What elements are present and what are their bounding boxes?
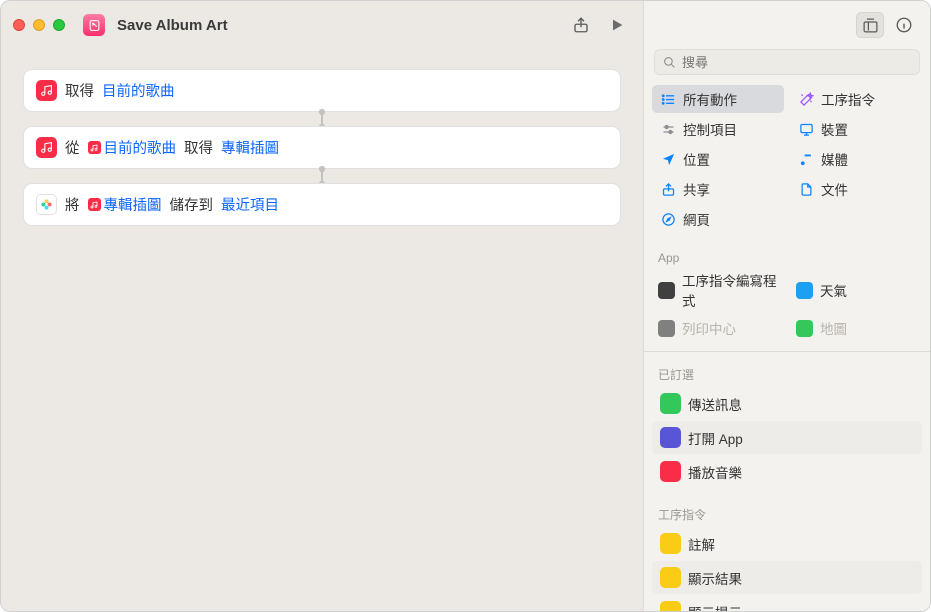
- section-header-pinned: 已訂選: [644, 356, 930, 385]
- music-icon: [36, 137, 57, 158]
- connector: [321, 169, 323, 183]
- action-token[interactable]: 專輯插圖: [221, 137, 279, 158]
- action-icon: [660, 567, 681, 588]
- category-工序指令[interactable]: 工序指令: [790, 85, 922, 113]
- action-token[interactable]: 最近項目: [221, 194, 279, 215]
- category-label: 媒體: [821, 149, 848, 169]
- search-input[interactable]: [682, 55, 911, 70]
- photos-icon: [36, 194, 57, 215]
- variable-pill[interactable]: 目前的歌曲: [88, 137, 177, 158]
- category-所有動作[interactable]: 所有動作: [652, 85, 784, 113]
- location-icon: [660, 151, 676, 167]
- app-icon: [658, 282, 675, 299]
- action-text: 儲存到: [170, 194, 214, 215]
- search-field[interactable]: [654, 49, 920, 75]
- action-card[interactable]: 從目前的歌曲取得專輯插圖: [23, 126, 621, 169]
- action-card[interactable]: 取得目前的歌曲: [23, 69, 621, 112]
- display-icon: [798, 121, 814, 137]
- action-text: 取得: [184, 137, 213, 158]
- category-媒體[interactable]: 媒體: [790, 145, 922, 173]
- category-裝置[interactable]: 裝置: [790, 115, 922, 143]
- action-item[interactable]: 顯示結果: [652, 561, 922, 594]
- share-button[interactable]: [567, 12, 595, 38]
- app-item[interactable]: 工序指令編寫程式: [652, 267, 784, 313]
- action-card[interactable]: 將專輯插圖儲存到最近項目: [23, 183, 621, 226]
- action-item[interactable]: 顯示提示: [652, 595, 922, 611]
- doc-icon: [798, 181, 814, 197]
- sliders-icon: [660, 121, 676, 137]
- action-item[interactable]: 註解: [652, 527, 922, 560]
- minimize-button[interactable]: [33, 19, 45, 31]
- action-label: 傳送訊息: [688, 394, 742, 414]
- action-label: 註解: [688, 534, 715, 554]
- action-text: 從: [65, 137, 80, 158]
- app-label: 列印中心: [682, 318, 736, 338]
- section-header-commands: 工序指令: [644, 496, 930, 525]
- category-位置[interactable]: 位置: [652, 145, 784, 173]
- action-label: 顯示提示: [688, 602, 742, 612]
- app-icon: [658, 320, 675, 337]
- category-網頁[interactable]: 網頁: [652, 205, 784, 233]
- app-item[interactable]: 天氣: [790, 267, 922, 313]
- action-label: 播放音樂: [688, 462, 742, 482]
- library-toggle[interactable]: [856, 12, 884, 38]
- action-item[interactable]: 播放音樂: [652, 455, 922, 488]
- app-label: 工序指令編寫程式: [682, 270, 778, 310]
- connector: [321, 112, 323, 126]
- action-icon: [660, 393, 681, 414]
- category-共享[interactable]: 共享: [652, 175, 784, 203]
- category-label: 共享: [683, 179, 710, 199]
- action-label: 顯示結果: [688, 568, 742, 588]
- app-label: 地圖: [820, 318, 847, 338]
- action-text: 將: [65, 194, 80, 215]
- shortcut-icon: [83, 14, 105, 36]
- music-icon: [36, 80, 57, 101]
- category-label: 文件: [821, 179, 848, 199]
- action-icon: [660, 427, 681, 448]
- window-controls: [13, 19, 65, 31]
- action-text: 取得: [65, 80, 94, 101]
- app-icon: [796, 320, 813, 337]
- category-label: 位置: [683, 149, 710, 169]
- category-label: 工序指令: [821, 89, 875, 109]
- action-icon: [660, 533, 681, 554]
- zoom-button[interactable]: [53, 19, 65, 31]
- wand-icon: [798, 91, 814, 107]
- workflow-canvas[interactable]: 取得目前的歌曲從目前的歌曲取得專輯插圖將專輯插圖儲存到最近項目: [1, 49, 643, 611]
- run-button[interactable]: [603, 12, 631, 38]
- app-item[interactable]: 列印中心: [652, 315, 784, 341]
- titlebar: Save Album Art: [1, 1, 643, 49]
- app-icon: [796, 282, 813, 299]
- category-文件[interactable]: 文件: [790, 175, 922, 203]
- list-icon: [660, 91, 676, 107]
- shortcut-title: Save Album Art: [117, 17, 228, 34]
- action-label: 打開 App: [688, 428, 743, 448]
- category-label: 網頁: [683, 209, 710, 229]
- section-header-apps: App: [644, 241, 930, 267]
- action-item[interactable]: 打開 App: [652, 421, 922, 454]
- action-item[interactable]: 傳送訊息: [652, 387, 922, 420]
- close-button[interactable]: [13, 19, 25, 31]
- search-icon: [663, 56, 676, 69]
- info-button[interactable]: [890, 12, 918, 38]
- music-icon: [88, 198, 101, 211]
- safari-icon: [660, 211, 676, 227]
- variable-pill[interactable]: 專輯插圖: [88, 194, 162, 215]
- music-icon: [88, 141, 101, 154]
- app-item[interactable]: 地圖: [790, 315, 922, 341]
- category-控制項目[interactable]: 控制項目: [652, 115, 784, 143]
- action-token[interactable]: 目前的歌曲: [102, 80, 175, 101]
- app-label: 天氣: [820, 280, 847, 300]
- category-label: 裝置: [821, 119, 848, 139]
- category-label: 所有動作: [683, 89, 737, 109]
- action-icon: [660, 461, 681, 482]
- note-icon: [798, 151, 814, 167]
- category-label: 控制項目: [683, 119, 737, 139]
- share-icon: [660, 181, 676, 197]
- action-icon: [660, 601, 681, 611]
